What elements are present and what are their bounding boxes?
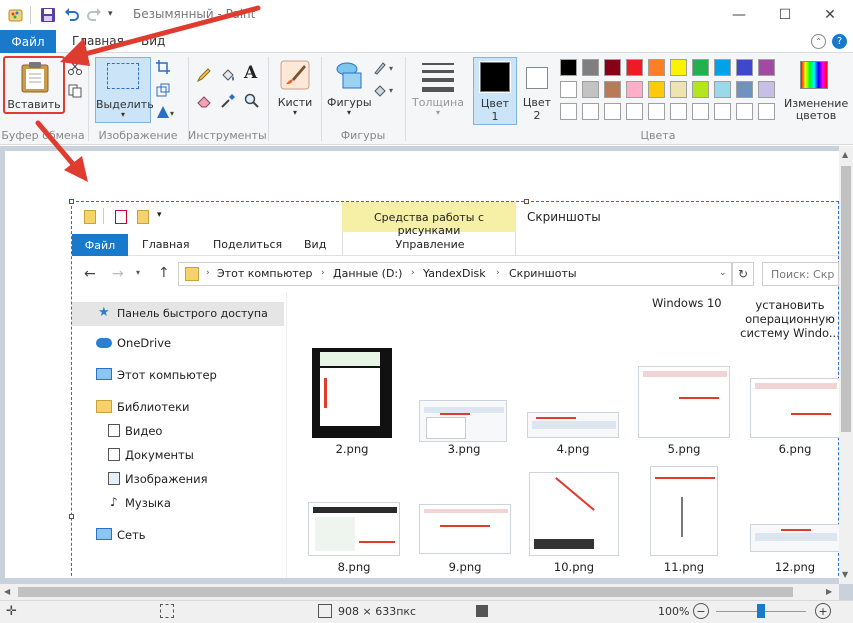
annotation-arrows [35,5,261,182]
